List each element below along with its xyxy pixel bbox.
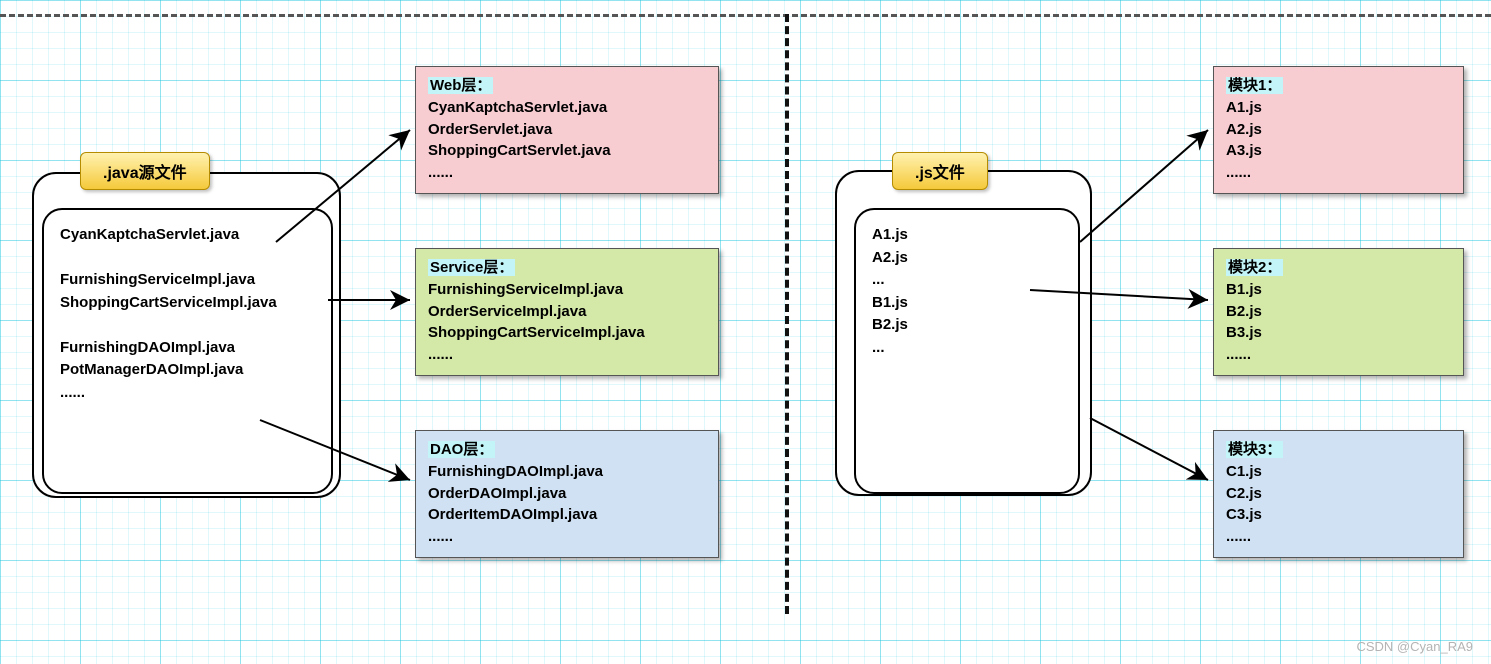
- java-title-badge: .java源文件: [80, 152, 210, 190]
- js-file-list: A1.js A2.js ... B1.js B2.js ...: [854, 208, 1080, 494]
- module3-body: C1.js C2.js C3.js ......: [1226, 463, 1262, 545]
- java-file-list: CyanKaptchaServlet.java FurnishingServic…: [42, 208, 333, 494]
- module1-title: 模块1：: [1226, 77, 1283, 94]
- service-layer-body: FurnishingServiceImpl.java OrderServiceI…: [428, 281, 645, 363]
- module2-box: 模块2： B1.js B2.js B3.js ......: [1213, 248, 1464, 376]
- js-title-badge: .js文件: [892, 152, 988, 190]
- web-layer-title: Web层：: [428, 77, 493, 94]
- web-layer-box: Web层： CyanKaptchaServlet.java OrderServl…: [415, 66, 719, 194]
- watermark: CSDN @Cyan_RA9: [1356, 639, 1473, 654]
- module3-box: 模块3： C1.js C2.js C3.js ......: [1213, 430, 1464, 558]
- module1-box: 模块1： A1.js A2.js A3.js ......: [1213, 66, 1464, 194]
- top-dashed-divider: [0, 14, 1491, 17]
- dao-layer-title: DAO层：: [428, 441, 495, 458]
- web-layer-body: CyanKaptchaServlet.java OrderServlet.jav…: [428, 99, 611, 181]
- module2-title: 模块2：: [1226, 259, 1283, 276]
- module1-body: A1.js A2.js A3.js ......: [1226, 99, 1262, 181]
- service-layer-title: Service层：: [428, 259, 515, 276]
- module2-body: B1.js B2.js B3.js ......: [1226, 281, 1262, 363]
- dao-layer-body: FurnishingDAOImpl.java OrderDAOImpl.java…: [428, 463, 603, 545]
- dao-layer-box: DAO层： FurnishingDAOImpl.java OrderDAOImp…: [415, 430, 719, 558]
- module3-title: 模块3：: [1226, 441, 1283, 458]
- center-dashed-divider: [785, 14, 789, 614]
- service-layer-box: Service层： FurnishingServiceImpl.java Ord…: [415, 248, 719, 376]
